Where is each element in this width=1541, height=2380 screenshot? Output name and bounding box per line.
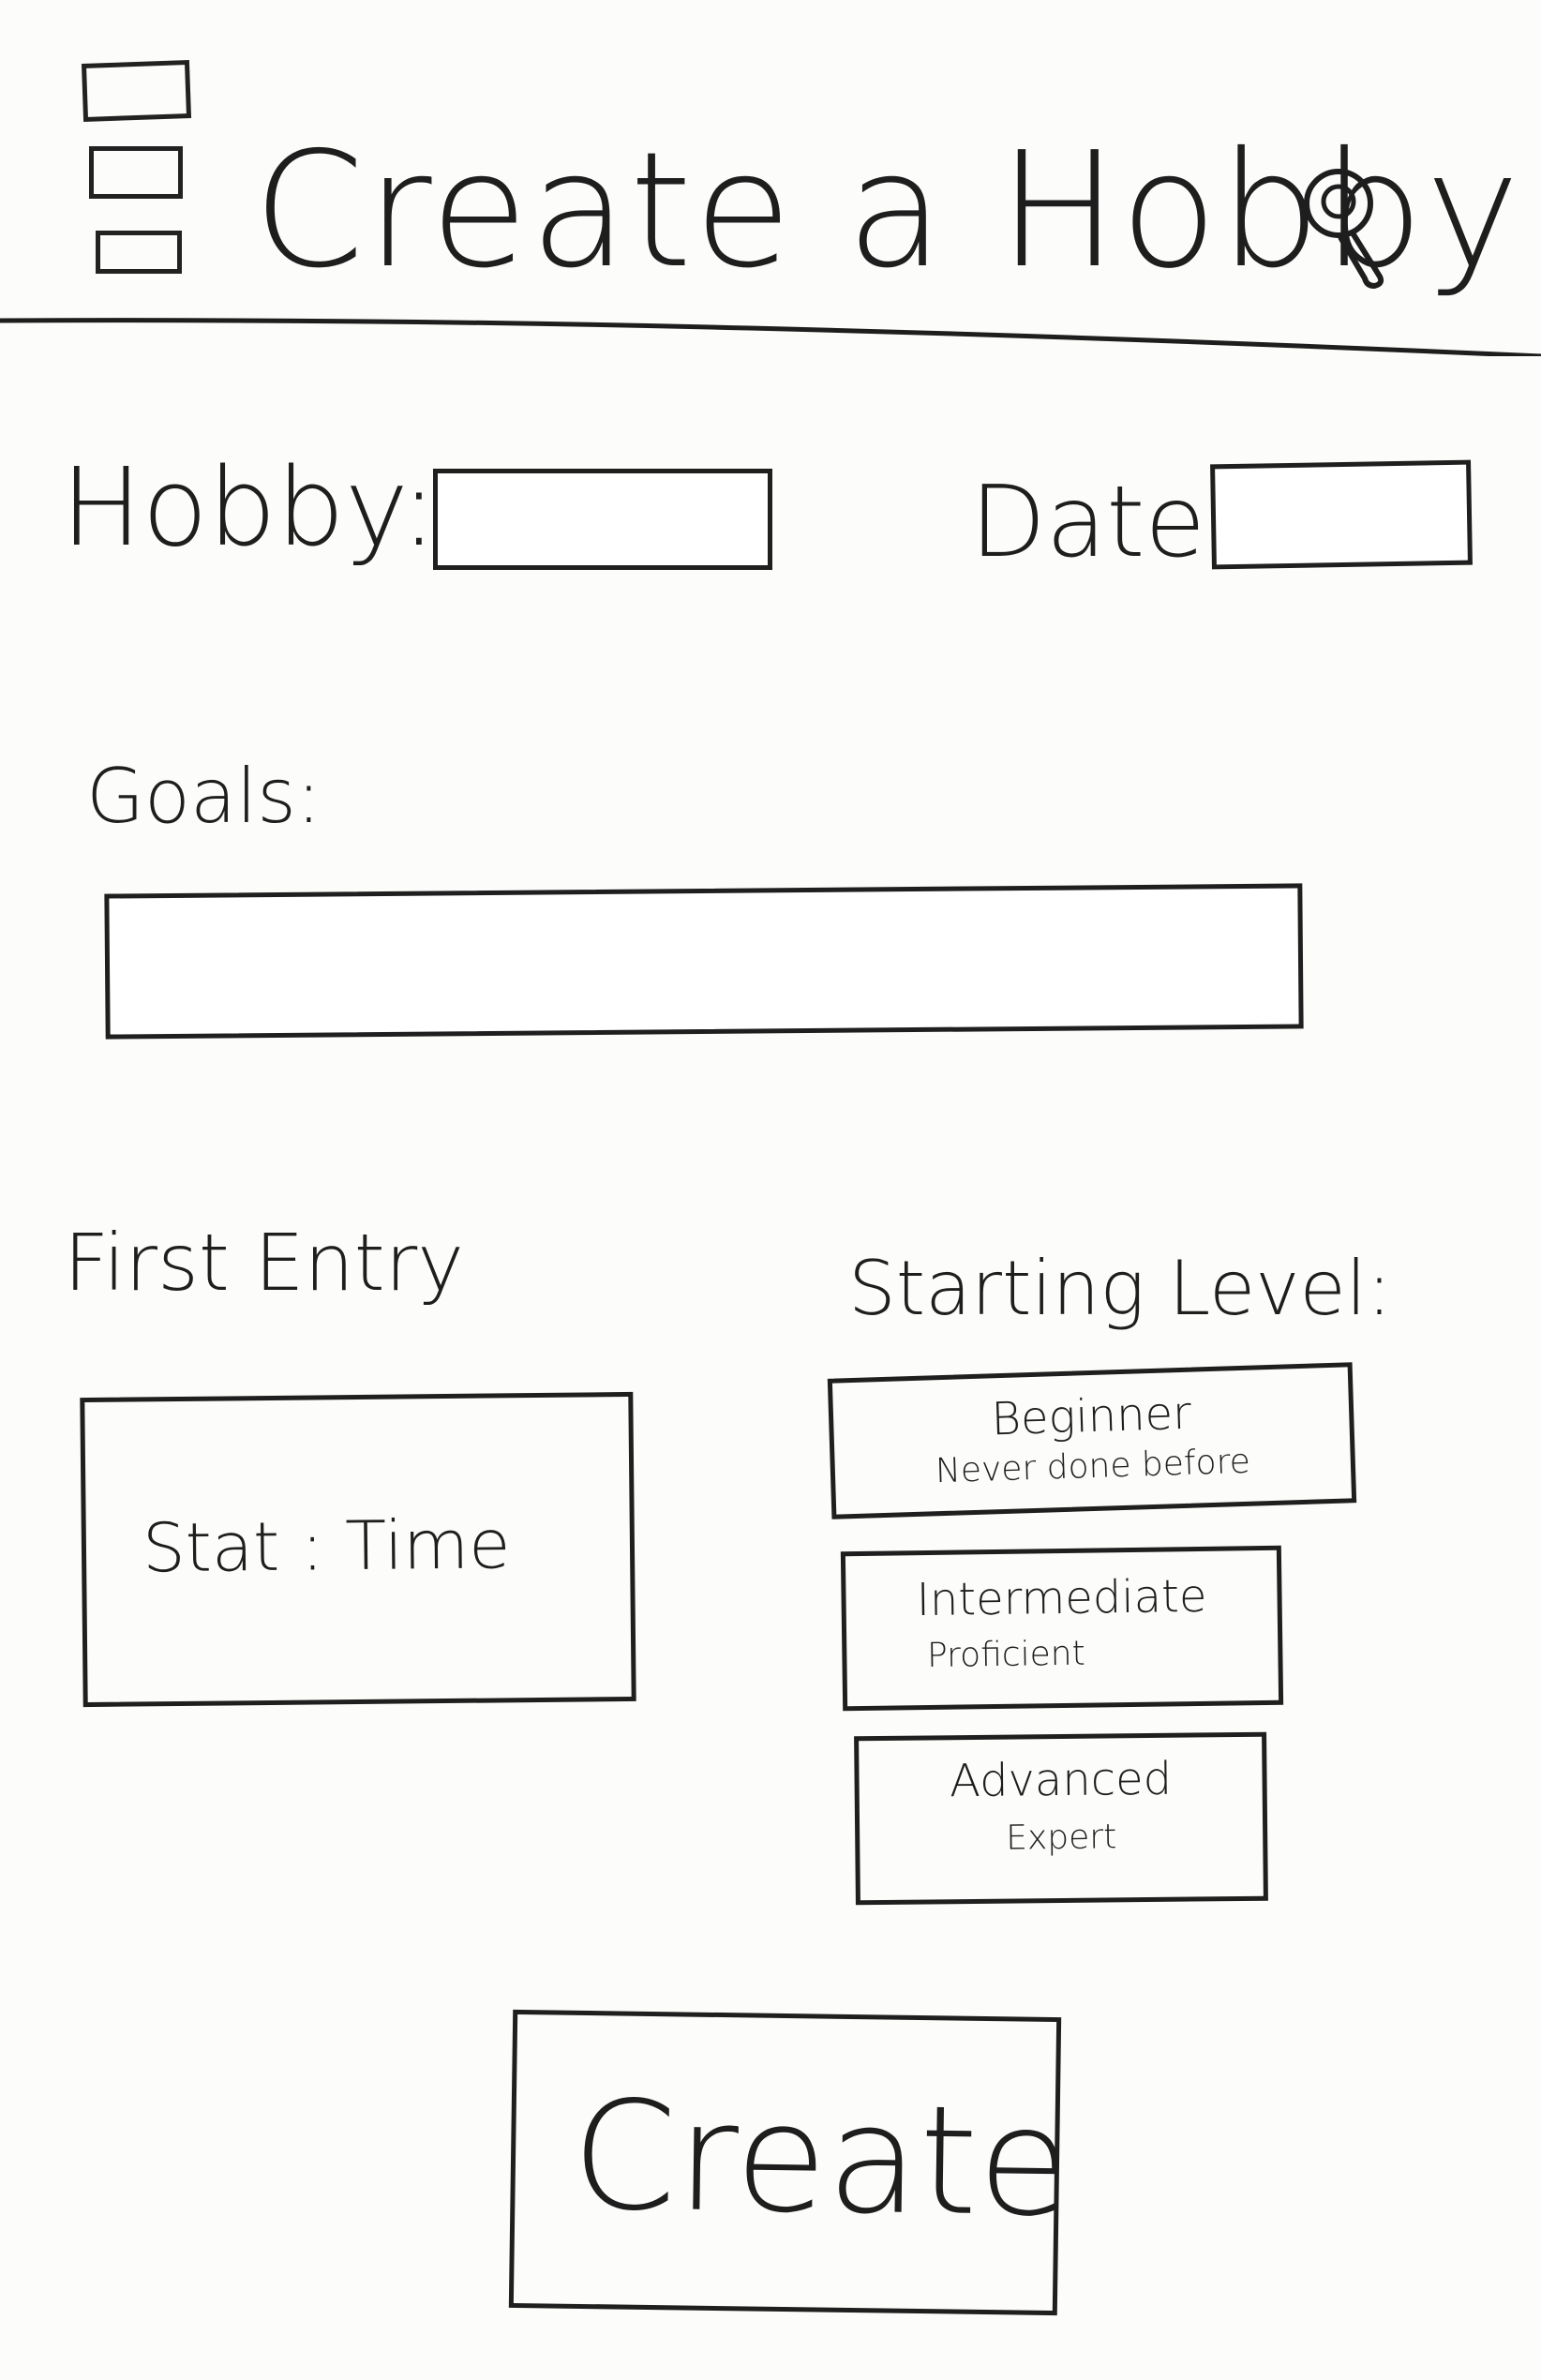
create-button-label: Create [570,2067,1071,2251]
create-button[interactable]: Create [508,2009,1071,2316]
first-entry-stat: Stat : Time [142,1504,511,1588]
date-input[interactable] [1210,459,1473,570]
goals-input[interactable] [104,883,1304,1040]
level-option-advanced[interactable]: Advanced Expert [854,1731,1268,1906]
date-label: Date: [970,465,1239,579]
level-option-subtitle: Never done before [935,1442,1251,1491]
first-entry-label: First Entry [64,1217,464,1309]
hobby-label: Hobby: [61,445,438,571]
goals-label: Goals: [86,753,322,840]
menu-bar-bottom [96,231,182,274]
menu-bar-top [81,60,192,122]
menu-bar-middle [89,146,183,199]
level-option-beginner[interactable]: Beginner Never done before [827,1362,1357,1519]
level-option-intermediate[interactable]: Intermediate Proficient [840,1545,1284,1712]
level-option-title: Advanced [949,1752,1173,1808]
level-option-title: Beginner [990,1386,1192,1446]
starting-level-label: Starting Level: [848,1245,1392,1332]
level-option-subtitle: Proficient [926,1634,1085,1676]
first-entry-card[interactable]: Stat : Time [80,1391,636,1708]
level-option-subtitle: Expert [1006,1818,1117,1858]
header-divider [0,318,1541,356]
hobby-input[interactable] [433,469,772,570]
hamburger-menu-icon[interactable] [75,56,197,281]
level-option-title: Intermediate [916,1569,1207,1627]
